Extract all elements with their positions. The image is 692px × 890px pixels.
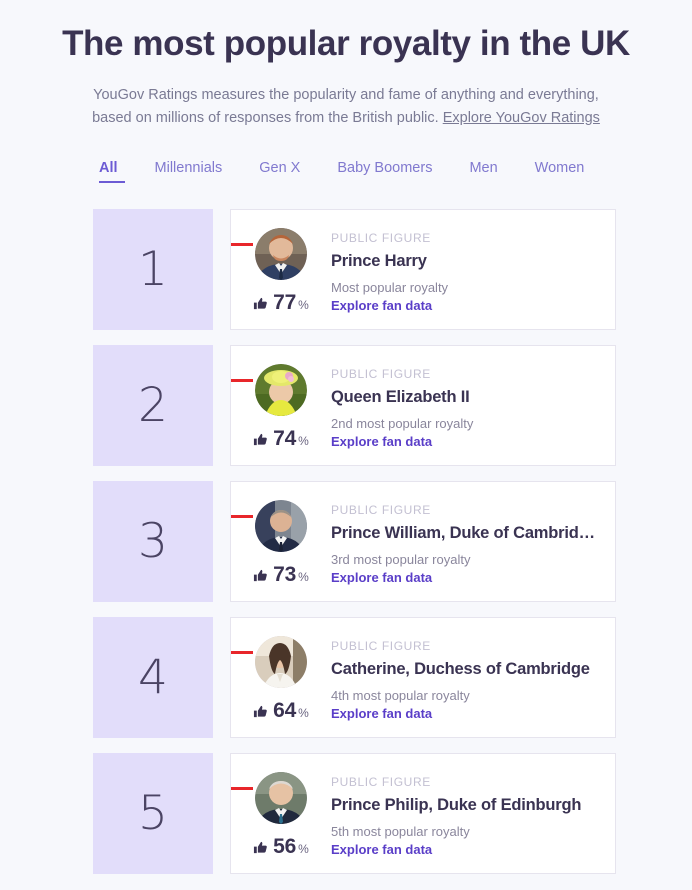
- rank-change-dash-icon: [231, 651, 253, 654]
- rank-badge: 1: [93, 209, 213, 330]
- category-kicker: PUBLIC FIGURE: [331, 503, 431, 517]
- category-kicker: PUBLIC FIGURE: [331, 367, 431, 381]
- explore-fan-data-link[interactable]: Explore fan data: [331, 706, 590, 721]
- rankings-list: 1 77 % PUBLIC FIGURE Prince Harry Most p…: [0, 209, 692, 874]
- rank-caption: 3rd most popular royalty: [331, 552, 471, 567]
- rank-change-dash-icon: [231, 787, 253, 790]
- ranking-card[interactable]: 73 % PUBLIC FIGURE Prince William, Duke …: [230, 481, 616, 602]
- rank-change-dash-icon: [231, 243, 253, 246]
- rank-badge: 5: [93, 753, 213, 874]
- avatar-score-column: 56 %: [231, 770, 331, 859]
- thumbs-up-icon: [253, 432, 268, 447]
- page-subtitle: YouGov Ratings measures the popularity a…: [86, 84, 606, 130]
- score-value: 77: [273, 291, 297, 314]
- explore-yougov-ratings-link[interactable]: Explore YouGov Ratings: [443, 110, 600, 126]
- percent-symbol: %: [298, 434, 309, 448]
- avatar-score-column: 64 %: [231, 634, 331, 723]
- approval-score: 77 %: [253, 291, 309, 315]
- category-kicker: PUBLIC FIGURE: [331, 231, 431, 245]
- tab-baby-boomers[interactable]: Baby Boomers: [337, 160, 432, 183]
- rank-change-dash-icon: [231, 379, 253, 382]
- person-name: Queen Elizabeth II: [331, 388, 470, 406]
- rank-badge: 2: [93, 345, 213, 466]
- thumbs-up-icon: [253, 568, 268, 583]
- percent-symbol: %: [298, 570, 309, 584]
- rank-badge: 3: [93, 481, 213, 602]
- ranking-row: 4 64 % PUBLIC FIGURE Catherine, Duchess …: [93, 617, 692, 738]
- percent-symbol: %: [298, 706, 309, 720]
- rank-change-dash-icon: [231, 515, 253, 518]
- person-info: PUBLIC FIGURE Catherine, Duchess of Camb…: [331, 634, 600, 721]
- tab-women[interactable]: Women: [535, 160, 585, 183]
- ranking-row: 3 73 % PUBLIC FIGURE Prince William, Duk…: [93, 481, 692, 602]
- avatar: [255, 364, 307, 416]
- rank-badge: 4: [93, 617, 213, 738]
- person-info: PUBLIC FIGURE Prince Harry Most popular …: [331, 226, 458, 313]
- person-info: PUBLIC FIGURE Prince William, Duke of Ca…: [331, 498, 605, 585]
- explore-fan-data-link[interactable]: Explore fan data: [331, 298, 448, 313]
- ranking-row: 2 74 % PUBLIC FIGURE Queen Elizabeth II …: [93, 345, 692, 466]
- ranking-card[interactable]: 74 % PUBLIC FIGURE Queen Elizabeth II 2n…: [230, 345, 616, 466]
- rank-number: 3: [138, 514, 168, 569]
- category-kicker: PUBLIC FIGURE: [331, 639, 431, 653]
- score-value: 64: [273, 699, 297, 722]
- person-info: PUBLIC FIGURE Prince Philip, Duke of Edi…: [331, 770, 591, 857]
- avatar: [255, 228, 307, 280]
- page-title: The most popular royalty in the UK: [62, 24, 630, 63]
- approval-score: 64 %: [253, 699, 309, 723]
- thumbs-up-icon: [253, 840, 268, 855]
- percent-symbol: %: [298, 842, 309, 856]
- thumbs-up-icon: [253, 704, 268, 719]
- ranking-row: 1 77 % PUBLIC FIGURE Prince Harry Most p…: [93, 209, 692, 330]
- explore-fan-data-link[interactable]: Explore fan data: [331, 570, 595, 585]
- rank-number: 2: [138, 378, 168, 433]
- score-value: 74: [273, 427, 297, 450]
- person-name: Prince Harry: [331, 252, 427, 270]
- rank-number: 1: [138, 242, 168, 297]
- tab-all[interactable]: All: [99, 160, 125, 183]
- avatar-score-column: 73 %: [231, 498, 331, 587]
- ranking-row: 5 56 % PUBLIC FIGURE Prince Philip, Duke…: [93, 753, 692, 874]
- avatar: [255, 500, 307, 552]
- rank-caption: Most popular royalty: [331, 280, 449, 295]
- rank-number: 5: [138, 786, 168, 841]
- thumbs-up-icon: [253, 296, 268, 311]
- rank-caption: 4th most popular royalty: [331, 688, 470, 703]
- avatar-score-column: 77 %: [231, 226, 331, 315]
- rank-caption: 2nd most popular royalty: [331, 416, 474, 431]
- ranking-card[interactable]: 64 % PUBLIC FIGURE Catherine, Duchess of…: [230, 617, 616, 738]
- ranking-card[interactable]: 77 % PUBLIC FIGURE Prince Harry Most pop…: [230, 209, 616, 330]
- approval-score: 56 %: [253, 835, 309, 859]
- explore-fan-data-link[interactable]: Explore fan data: [331, 434, 473, 449]
- person-info: PUBLIC FIGURE Queen Elizabeth II 2nd mos…: [331, 362, 483, 449]
- avatar-score-column: 74 %: [231, 362, 331, 451]
- explore-fan-data-link[interactable]: Explore fan data: [331, 842, 581, 857]
- avatar: [255, 772, 307, 824]
- yougov-ratings-page: The most popular royalty in the UK YouGo…: [0, 0, 692, 890]
- score-value: 56: [273, 835, 297, 858]
- rank-number: 4: [138, 650, 168, 705]
- category-kicker: PUBLIC FIGURE: [331, 775, 431, 789]
- tab-millennials[interactable]: Millennials: [155, 160, 223, 183]
- person-name: Prince Philip, Duke of Edinburgh: [331, 796, 582, 814]
- rank-caption: 5th most popular royalty: [331, 824, 470, 839]
- approval-score: 73 %: [253, 563, 309, 587]
- avatar: [255, 636, 307, 688]
- tab-gen-x[interactable]: Gen X: [259, 160, 300, 183]
- score-value: 73: [273, 563, 297, 586]
- approval-score: 74 %: [253, 427, 309, 451]
- tab-men[interactable]: Men: [469, 160, 497, 183]
- person-name: Prince William, Duke of Cambrid…: [331, 524, 595, 542]
- ranking-card[interactable]: 56 % PUBLIC FIGURE Prince Philip, Duke o…: [230, 753, 616, 874]
- demographic-tabs: All Millennials Gen X Baby Boomers Men W…: [0, 160, 692, 183]
- percent-symbol: %: [298, 298, 309, 312]
- person-name: Catherine, Duchess of Cambridge: [331, 660, 590, 678]
